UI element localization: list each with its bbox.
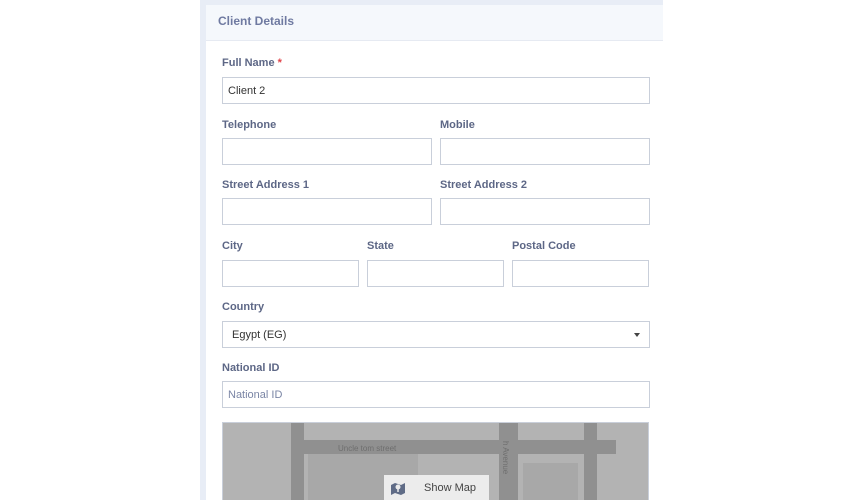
map-street-label: Uncle tom street: [338, 444, 397, 453]
street-address-1-label: Street Address 1: [222, 179, 310, 191]
show-map-button[interactable]: Show Map: [384, 475, 489, 500]
national-id-input[interactable]: [222, 381, 650, 408]
mobile-label: Mobile: [440, 119, 475, 131]
map-road: [584, 423, 597, 500]
mobile-input[interactable]: [440, 138, 650, 165]
telephone-input[interactable]: [222, 138, 432, 165]
required-mark: *: [277, 57, 282, 69]
city-label: City: [222, 240, 243, 252]
telephone-label: Telephone: [222, 119, 277, 131]
country-select[interactable]: Egypt (EG): [222, 321, 650, 348]
client-details-card: Client Details Full Name * Telephone Mob…: [206, 5, 663, 500]
postal-code-input[interactable]: [512, 260, 649, 287]
country-label: Country: [222, 301, 265, 313]
map-avenue-label: h Avenue: [501, 441, 510, 475]
state-input[interactable]: [367, 260, 504, 287]
street-address-1-input[interactable]: [222, 198, 432, 225]
street-address-2-label: Street Address 2: [440, 179, 528, 191]
state-label: State: [367, 240, 394, 252]
card-header: Client Details: [206, 5, 663, 41]
full-name-label-text: Full Name: [222, 57, 275, 69]
national-id-label: National ID: [222, 362, 280, 374]
map-icon: [391, 483, 405, 495]
map-preview: Uncle tom street h Avenue Show Map: [222, 422, 649, 500]
full-name-label: Full Name *: [222, 57, 282, 69]
show-map-label: Show Map: [424, 482, 476, 494]
country-selected-value: Egypt (EG): [232, 329, 287, 341]
card-title: Client Details: [218, 14, 295, 28]
map-block: [523, 463, 578, 500]
chevron-down-icon: [634, 333, 640, 337]
full-name-input[interactable]: [222, 77, 650, 104]
postal-code-label: Postal Code: [512, 240, 576, 252]
street-address-2-input[interactable]: [440, 198, 650, 225]
city-input[interactable]: [222, 260, 359, 287]
map-road: [291, 423, 304, 500]
